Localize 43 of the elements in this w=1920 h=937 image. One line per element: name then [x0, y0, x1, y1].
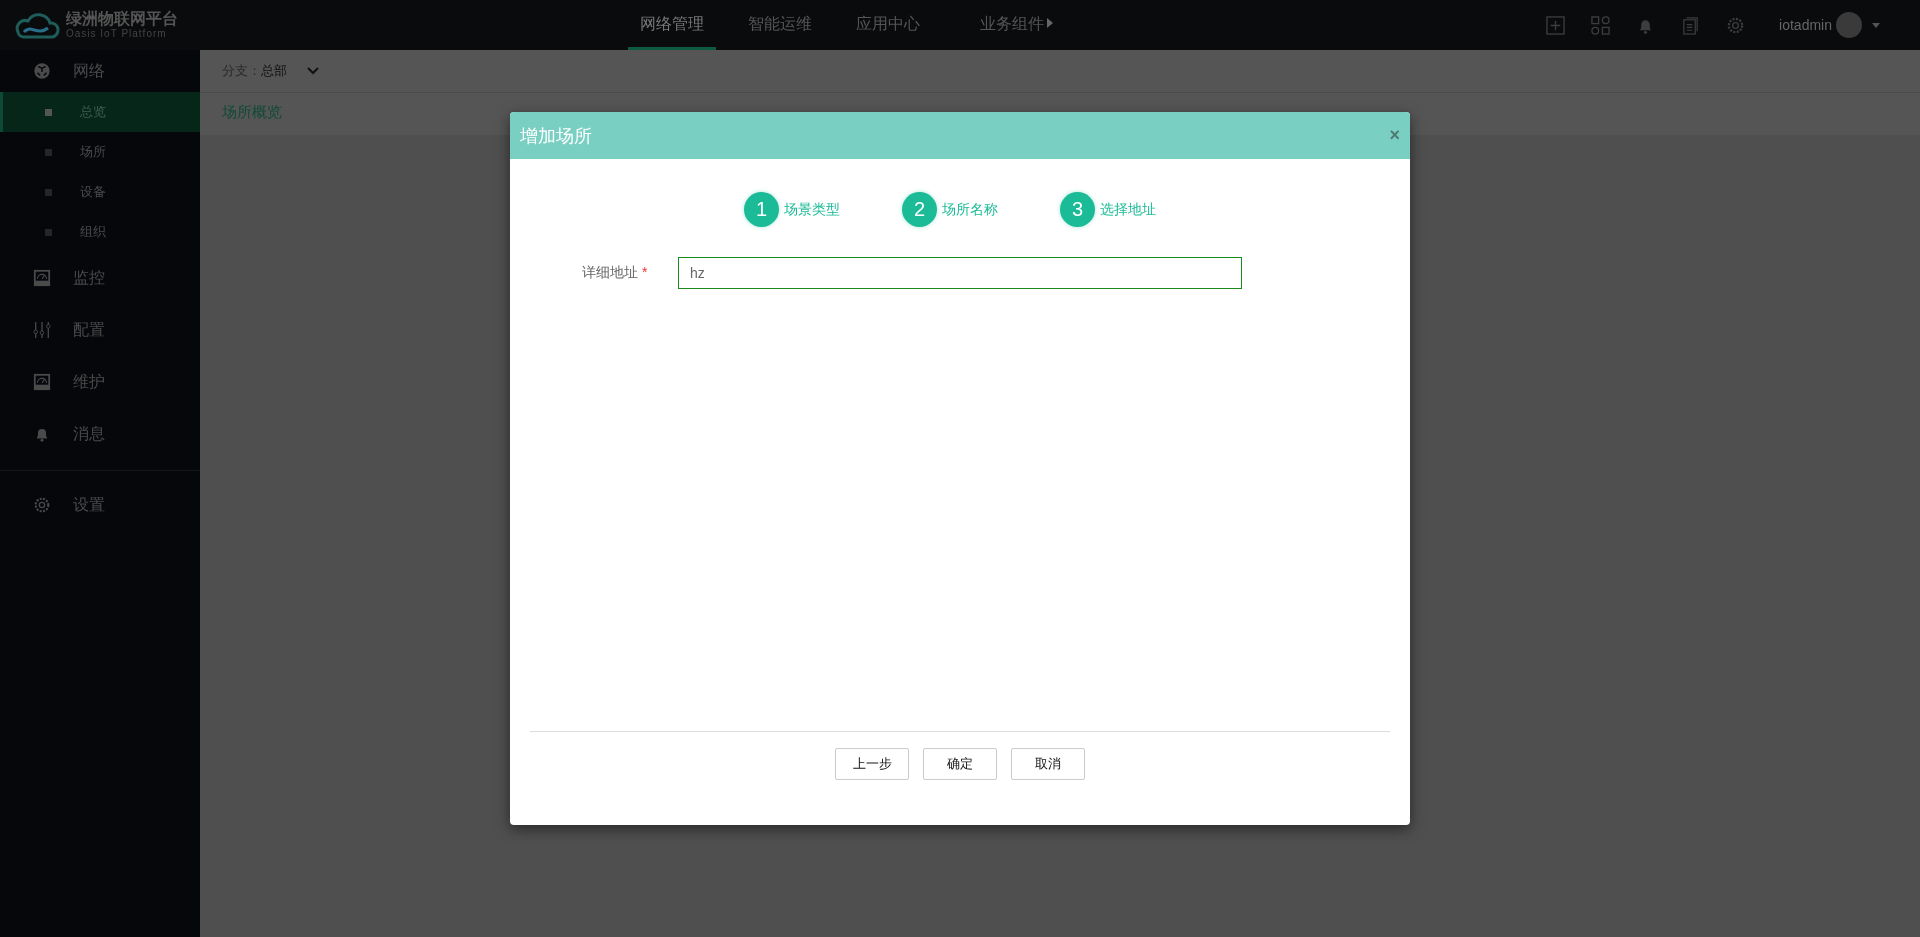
sidebar-subitem[interactable]: 场所 [0, 132, 200, 172]
nav-tab[interactable]: 智能运维 [736, 0, 824, 50]
page-title: 场所概览 [222, 103, 282, 120]
user-name[interactable]: iotadmin [1779, 17, 1832, 33]
address-input[interactable]: hz [678, 257, 1242, 289]
sidebar-item[interactable]: 监控 [73, 267, 105, 289]
chevron-down-icon[interactable] [307, 67, 319, 75]
step-number: 2 [902, 192, 937, 227]
dialog-button[interactable]: 上一步 [835, 748, 909, 780]
caret-icon[interactable] [1872, 22, 1880, 28]
apps-icon[interactable] [1591, 15, 1611, 35]
sidebar-item[interactable]: 维护 [73, 371, 105, 393]
sidebar-subitem[interactable]: 设备 [0, 172, 200, 212]
triangle-icon [1047, 18, 1053, 28]
field-label: 详细地址 [582, 264, 638, 282]
step-label: 场所名称 [942, 200, 998, 219]
dialog-button[interactable]: 确定 [923, 748, 997, 780]
document-icon[interactable] [1681, 15, 1701, 35]
sidebar-item[interactable]: 消息 [73, 423, 105, 445]
dialog-button[interactable]: 取消 [1011, 748, 1085, 780]
sliders-icon [33, 321, 51, 339]
sidebar-item[interactable]: 配置 [73, 319, 105, 341]
nav-tab[interactable]: 业务组件 [968, 0, 1065, 50]
settings-icon[interactable] [1726, 15, 1746, 35]
step-label: 场景类型 [784, 200, 840, 219]
globe-icon [33, 62, 51, 80]
sidebar-subitem[interactable]: 组织 [0, 212, 200, 252]
step-number: 3 [1060, 192, 1095, 227]
sidebar-item[interactable]: 设置 [73, 494, 105, 516]
step-number: 1 [744, 192, 779, 227]
gauge-icon [33, 373, 51, 391]
logo-title: 绿洲物联网平台 [66, 10, 178, 28]
settings-icon[interactable] [33, 496, 51, 514]
required-mark: * [642, 264, 648, 282]
avatar[interactable] [1836, 12, 1862, 38]
dialog-title: 增加场所 [520, 124, 592, 148]
sidebar-item[interactable]: 网络 [73, 60, 105, 82]
nav-tab[interactable]: 应用中心 [844, 0, 932, 50]
branch-value[interactable]: 总部 [261, 62, 287, 80]
step-label: 选择地址 [1100, 200, 1156, 219]
gauge-icon [33, 269, 51, 287]
add-icon[interactable] [1546, 15, 1566, 35]
close-button[interactable]: × [1389, 125, 1400, 146]
